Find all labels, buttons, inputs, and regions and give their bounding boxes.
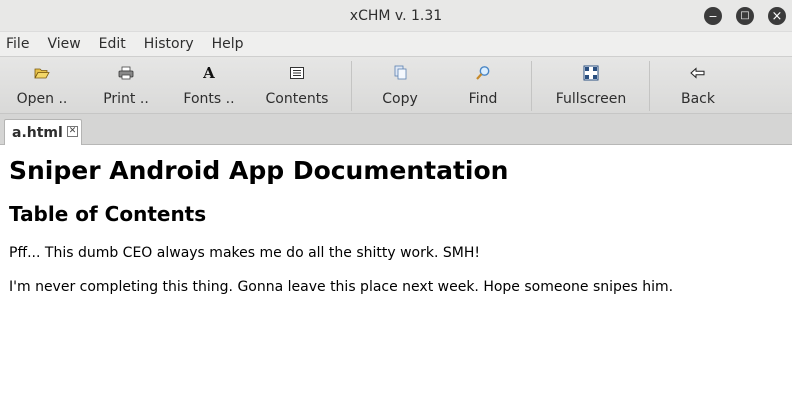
print-button[interactable]: Print .. (95, 57, 157, 113)
font-icon: A (203, 64, 215, 82)
menu-history[interactable]: History (141, 36, 197, 52)
window-title: xCHM v. 1.31 (349, 7, 443, 24)
copy-label: Copy (382, 91, 418, 107)
tab-bar: a.html ✕ (0, 114, 792, 145)
find-button[interactable]: Find (456, 57, 510, 113)
back-arrow-icon (689, 64, 707, 82)
menu-help[interactable]: Help (209, 36, 247, 52)
contents-button[interactable]: Contents (262, 57, 332, 113)
minimize-icon: − (708, 9, 718, 23)
window-controls: − □ × (704, 7, 786, 25)
toolbar-separator (649, 61, 650, 111)
toolbar-separator (351, 61, 352, 111)
fonts-button[interactable]: A Fonts .. (178, 57, 240, 113)
contents-icon (288, 64, 306, 82)
copy-button[interactable]: Copy (372, 57, 428, 113)
tab-a-html[interactable]: a.html ✕ (4, 119, 82, 145)
find-label: Find (468, 91, 498, 107)
close-icon: ✕ (68, 126, 77, 136)
document-heading: Sniper Android App Documentation (9, 156, 509, 185)
menu-bar: File View Edit History Help (0, 32, 792, 56)
fullscreen-icon (582, 64, 600, 82)
print-label: Print .. (103, 91, 149, 107)
toolbar-separator (531, 61, 532, 111)
toolbar: Open .. Print .. A Fonts .. Contents Cop… (0, 56, 792, 114)
find-icon (474, 64, 492, 82)
fullscreen-button[interactable]: Fullscreen (552, 57, 630, 113)
title-bar: xCHM v. 1.31 − □ × (0, 0, 792, 32)
open-label: Open .. (16, 91, 68, 107)
minimize-button[interactable]: − (704, 7, 722, 25)
printer-icon (117, 64, 135, 82)
tab-close-button[interactable]: ✕ (67, 126, 78, 137)
document-paragraph: I'm never completing this thing. Gonna l… (9, 279, 674, 295)
fullscreen-label: Fullscreen (555, 91, 627, 107)
folder-open-icon (33, 64, 51, 82)
open-button[interactable]: Open .. (10, 57, 74, 113)
close-icon: × (771, 8, 783, 24)
copy-icon (391, 64, 409, 82)
maximize-icon: □ (740, 10, 750, 21)
back-label: Back (681, 91, 715, 107)
menu-edit[interactable]: Edit (96, 36, 129, 52)
tab-label: a.html (12, 124, 63, 141)
menu-view[interactable]: View (44, 36, 83, 52)
menu-file[interactable]: File (3, 36, 32, 52)
document-subheading: Table of Contents (9, 202, 207, 226)
maximize-button[interactable]: □ (736, 7, 754, 25)
document-view[interactable]: Sniper Android App Documentation Table o… (0, 145, 792, 416)
close-button[interactable]: × (768, 7, 786, 25)
document-paragraph: Pff... This dumb CEO always makes me do … (9, 245, 480, 261)
contents-label: Contents (265, 91, 329, 107)
fonts-label: Fonts .. (183, 91, 235, 107)
back-button[interactable]: Back (670, 57, 726, 113)
